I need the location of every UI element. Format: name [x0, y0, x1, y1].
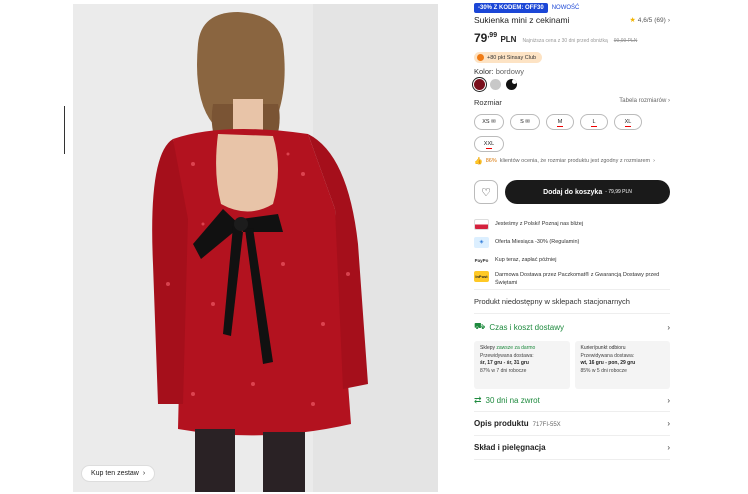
size-option[interactable]: XXL	[474, 136, 504, 152]
store-availability-note: Produkt niedostępny w sklepach stacjonar…	[474, 297, 630, 306]
thumbs-up-icon: 👍	[474, 158, 483, 165]
swatch-burgundy[interactable]	[474, 79, 485, 90]
club-points-badge: +80 pkt Sinsay Club	[474, 52, 543, 63]
delivery-stores-box: Sklepy zawsze za darmo Przewidywana dost…	[474, 341, 570, 389]
product-rating[interactable]: ★ 4,6/5 (69) ›	[629, 16, 670, 25]
swatch-silver[interactable]	[490, 79, 501, 90]
price-row: 79,99 PLN Najniższa cena z 30 dni przed …	[474, 31, 637, 45]
perk-item[interactable]: PayPo Kup teraz, zapłać później	[474, 251, 670, 269]
inpost-icon: InPost	[474, 271, 489, 282]
product-details-panel: -30% Z KODEM: OFF30 NOWOŚĆ Sukienka mini…	[474, 0, 670, 494]
chevron-right-icon: ›	[667, 443, 670, 452]
truck-icon: ⛟	[474, 321, 486, 331]
chevron-right-icon: ›	[653, 158, 655, 164]
price: 79,99 PLN	[474, 31, 517, 45]
shop-this-set-button[interactable]: Kup ten zestaw ›	[81, 465, 156, 482]
mail-icon: ✉	[491, 119, 496, 125]
return-arrow-icon: ⇄	[474, 395, 482, 405]
size-fit-note: 👍 86% klientów ocenia, że rozmiar produk…	[474, 158, 655, 165]
lowest-price-note: Najniższa cena z 30 dni przed obniżką	[522, 38, 608, 44]
title-row: Sukienka mini z cekinami ★ 4,6/5 (69) ›	[474, 15, 670, 25]
divider	[474, 459, 670, 460]
chevron-right-icon: ›	[667, 419, 670, 428]
cart-row: ♡ Dodaj do koszyka - 79,99 PLN	[474, 180, 670, 204]
product-code: 717FI-55X	[532, 422, 561, 428]
returns-section-header[interactable]: ⇄ 30 dni na zwrot ›	[474, 395, 670, 406]
add-to-cart-button[interactable]: Dodaj do koszyka - 79,99 PLN	[505, 180, 670, 204]
perk-item[interactable]: Jesteśmy z Polski! Poznaj nas bliżej	[474, 215, 670, 233]
paypo-icon: PayPo	[474, 254, 489, 266]
size-option[interactable]: XS ✉	[474, 114, 504, 130]
offer-icon: ◈	[474, 236, 489, 248]
delivery-section-header[interactable]: ⛟ Czas i koszt dostawy ›	[474, 321, 670, 333]
poland-flag-icon	[474, 218, 489, 230]
size-option[interactable]: M	[546, 114, 574, 130]
divider	[474, 411, 670, 412]
color-label: Kolor: bordowy	[474, 67, 525, 76]
product-title: Sukienka mini z cekinami	[474, 15, 570, 25]
description-section-header[interactable]: Opis produktu 717FI-55X ›	[474, 419, 670, 428]
size-option[interactable]: S ✉	[510, 114, 540, 130]
perk-item[interactable]: ◈ Oferta Miesiąca -30% (Regulamin)	[474, 233, 670, 251]
size-table-link[interactable]: Tabela rozmiarów ›	[619, 98, 670, 107]
perks-list: Jesteśmy z Polski! Poznaj nas bliżej ◈ O…	[474, 215, 670, 293]
chevron-right-icon: ›	[667, 16, 670, 24]
size-option[interactable]: XL	[614, 114, 642, 130]
delivery-options: Sklepy zawsze za darmo Przewidywana dost…	[474, 341, 670, 389]
heart-icon: ♡	[481, 186, 491, 199]
divider	[474, 313, 670, 314]
size-header: Rozmiar Tabela rozmiarów ›	[474, 98, 670, 107]
chevron-right-icon: ›	[667, 322, 670, 332]
club-icon	[477, 54, 484, 61]
wishlist-button[interactable]: ♡	[474, 180, 498, 204]
product-image	[73, 4, 438, 492]
color-swatches	[474, 79, 517, 90]
divider	[474, 289, 670, 290]
star-icon: ★	[629, 17, 636, 24]
size-option[interactable]: L	[580, 114, 608, 130]
new-badge: NOWOŚĆ	[551, 5, 580, 11]
size-options: XS ✉ S ✉ M L XL XXL	[474, 114, 644, 152]
size-label: Rozmiar	[474, 98, 502, 107]
composition-section-header[interactable]: Skład i pielęgnacja ›	[474, 443, 670, 452]
gallery-scroll-indicator[interactable]	[64, 106, 65, 154]
promo-badge: -30% Z KODEM: OFF30	[474, 3, 548, 13]
divider	[474, 435, 670, 436]
swatch-black[interactable]	[506, 79, 517, 90]
chevron-right-icon: ›	[667, 396, 670, 405]
old-price: 99,99 PLN	[613, 38, 638, 44]
product-badges: -30% Z KODEM: OFF30 NOWOŚĆ	[474, 3, 579, 13]
chevron-right-icon: ›	[142, 470, 146, 477]
product-photo[interactable]: Kup ten zestaw ›	[73, 4, 438, 492]
mail-icon: ✉	[525, 119, 530, 125]
delivery-courier-box: Kurier/punkt odbioru Przewidywana dostaw…	[574, 341, 670, 389]
